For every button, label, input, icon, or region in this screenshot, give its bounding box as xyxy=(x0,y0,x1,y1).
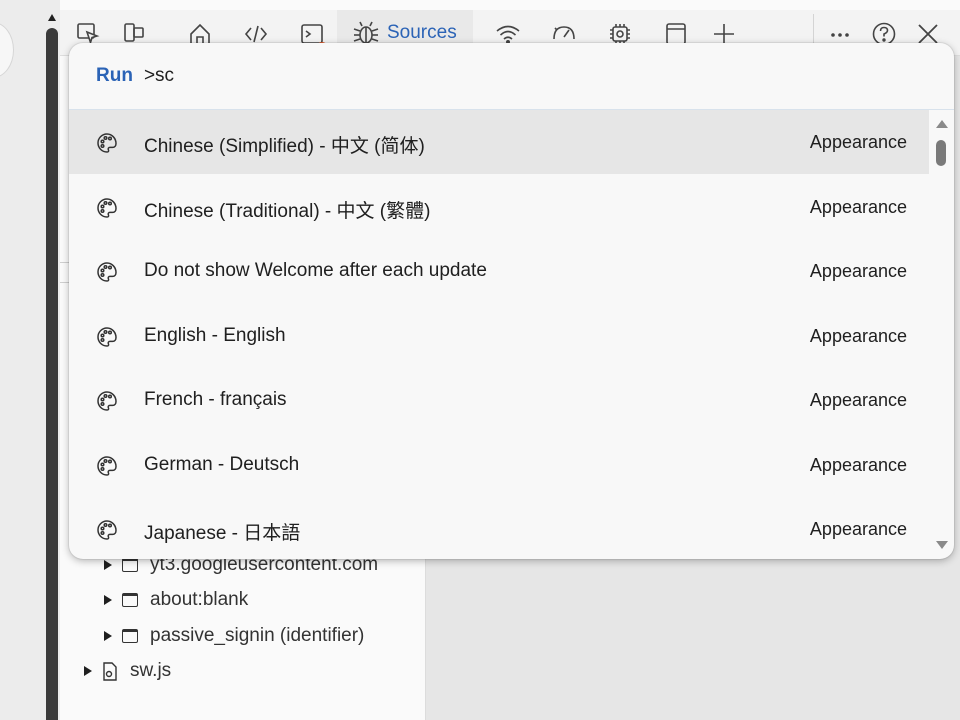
results-scrollbar[interactable] xyxy=(929,110,954,559)
frame-icon xyxy=(122,629,138,643)
command-result-title: Chinese (Simplified) - 中文 (简体) xyxy=(144,136,425,157)
command-results-list: Chinese (Simplified) - 中文 (简体) Appearance… xyxy=(69,110,929,559)
tree-item-label: sw.js xyxy=(130,660,172,681)
command-result-category: Appearance xyxy=(809,325,907,346)
command-result-category: Appearance xyxy=(809,196,907,217)
command-result-category: Appearance xyxy=(809,390,907,410)
page-background xyxy=(0,0,44,720)
tab-sources-label: Sources xyxy=(387,22,457,43)
tree-item-frame[interactable]: passive_signin (identifier) xyxy=(104,623,364,649)
expand-arrow-icon[interactable] xyxy=(104,595,112,605)
command-prompt: Run xyxy=(69,43,954,110)
tree-item-label: about:blank xyxy=(150,589,249,610)
command-result-title: Do not show Welcome after each update xyxy=(144,260,487,281)
scroll-up-arrow-icon[interactable] xyxy=(936,120,948,128)
command-result-category: Appearance xyxy=(809,454,907,475)
command-palette: Run Chinese (Simplified) - 中文 (简体) Appear… xyxy=(69,43,954,559)
command-result-item[interactable]: Do not show Welcome after each update App… xyxy=(69,239,929,303)
palette-icon xyxy=(96,132,118,154)
frame-icon xyxy=(122,593,138,607)
command-result-category: Appearance xyxy=(809,132,907,152)
palette-icon xyxy=(96,390,118,412)
scroll-up-arrow-icon[interactable] xyxy=(48,14,56,21)
command-result-item[interactable]: Japanese - 日本語 Appearance xyxy=(69,497,929,559)
prompt-label: Run xyxy=(96,65,133,86)
palette-icon xyxy=(96,455,118,477)
frame-icon xyxy=(122,558,138,572)
command-result-category: Appearance xyxy=(809,261,907,281)
tree-item-label: passive_signin (identifier) xyxy=(150,625,365,646)
command-result-category: Appearance xyxy=(809,519,907,539)
command-input[interactable] xyxy=(143,65,844,87)
expand-arrow-icon[interactable] xyxy=(84,666,92,676)
command-result-item[interactable]: French - français Appearance xyxy=(69,368,929,432)
command-result-item[interactable]: Chinese (Simplified) - 中文 (简体) Appearance xyxy=(69,110,929,174)
palette-icon xyxy=(96,326,118,348)
page-round-button[interactable] xyxy=(0,22,14,78)
command-result-item[interactable]: Chinese (Traditional) - 中文 (繁體) Appearanc… xyxy=(69,175,929,239)
tree-item-file[interactable]: sw.js xyxy=(84,658,171,684)
results-scrollbar-thumb[interactable] xyxy=(936,140,946,166)
command-result-item[interactable]: English - English Appearance xyxy=(69,304,929,368)
page-scrollbar[interactable] xyxy=(44,0,60,720)
command-result-title: German - Deutsch xyxy=(144,453,300,475)
palette-icon xyxy=(96,261,118,283)
command-result-title: Chinese (Traditional) - 中文 (繁體) xyxy=(144,200,431,222)
command-result-title: French - français xyxy=(144,389,287,410)
tree-item-frame[interactable]: about:blank xyxy=(104,587,248,613)
command-result-title: Japanese - 日本語 xyxy=(144,523,301,544)
palette-icon xyxy=(96,519,118,541)
page-scrollbar-thumb[interactable] xyxy=(46,28,58,720)
expand-arrow-icon[interactable] xyxy=(104,560,112,570)
service-worker-file-icon xyxy=(103,661,117,681)
command-result-item[interactable]: German - Deutsch Appearance xyxy=(69,433,929,497)
scroll-down-arrow-icon[interactable] xyxy=(936,541,948,549)
palette-icon xyxy=(96,197,118,219)
expand-arrow-icon[interactable] xyxy=(104,631,112,641)
command-result-title: English - English xyxy=(144,324,286,346)
